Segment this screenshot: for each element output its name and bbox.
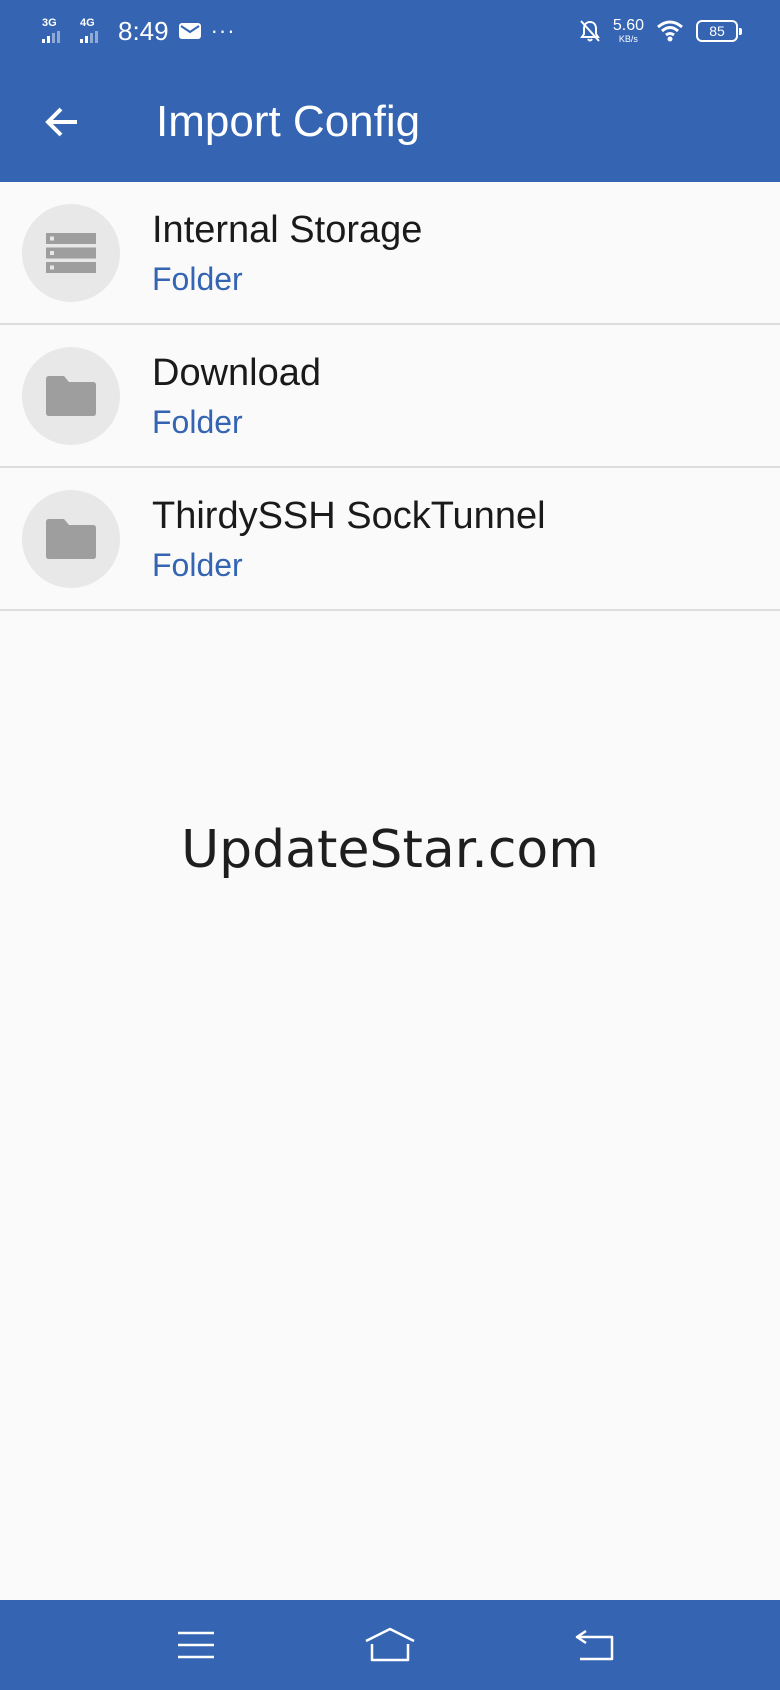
wifi-icon bbox=[657, 20, 683, 42]
arrow-back-icon bbox=[45, 107, 77, 137]
network-speed: 5.60 KB/s bbox=[613, 18, 644, 44]
battery-level: 85 bbox=[709, 23, 725, 39]
avatar bbox=[22, 204, 120, 302]
avatar bbox=[22, 347, 120, 445]
network-type-2: 4G bbox=[80, 17, 95, 29]
network-type-1: 3G bbox=[42, 17, 57, 29]
home-icon bbox=[365, 1627, 415, 1662]
mute-bell-icon bbox=[579, 20, 600, 42]
menu-button[interactable] bbox=[156, 1615, 236, 1675]
item-name: Internal Storage bbox=[152, 209, 423, 251]
battery-icon: 85 bbox=[696, 20, 742, 42]
back-nav-button[interactable] bbox=[555, 1615, 635, 1675]
back-icon bbox=[575, 1629, 614, 1661]
file-list: Internal Storage Folder Download Folder … bbox=[0, 182, 780, 611]
menu-icon bbox=[178, 1631, 214, 1659]
signal-icon: 3G bbox=[42, 17, 70, 45]
more-notifications: ··· bbox=[210, 18, 236, 43]
list-item-thirdyssh-socktunnel[interactable]: ThirdySSH SockTunnel Folder bbox=[0, 468, 780, 611]
back-button[interactable] bbox=[30, 90, 94, 154]
item-name: Download bbox=[152, 352, 321, 394]
watermark-text: UpdateStar.com bbox=[181, 820, 599, 880]
status-left: 3G 4G 8:49 ··· bbox=[42, 14, 236, 48]
signal-icon: 4G bbox=[80, 17, 108, 45]
mail-icon bbox=[178, 23, 201, 39]
clock: 8:49 bbox=[118, 16, 169, 46]
status-right: 5.60 KB/s 85 bbox=[579, 14, 742, 48]
item-name: ThirdySSH SockTunnel bbox=[152, 495, 546, 537]
folder-icon bbox=[46, 519, 96, 559]
app-bar: Import Config bbox=[0, 62, 780, 182]
list-item-download[interactable]: Download Folder bbox=[0, 325, 780, 468]
system-nav-bar bbox=[0, 1600, 780, 1690]
speed-unit: KB/s bbox=[618, 34, 638, 44]
page-title: Import Config bbox=[156, 97, 421, 146]
item-type: Folder bbox=[152, 404, 243, 440]
list-item-internal-storage[interactable]: Internal Storage Folder bbox=[0, 182, 780, 325]
status-bar: 3G 4G 8:49 ··· 5.60 KB/s 85 bbox=[0, 0, 780, 62]
home-button[interactable] bbox=[350, 1615, 430, 1675]
item-type: Folder bbox=[152, 547, 243, 583]
speed-value: 5.60 bbox=[612, 17, 644, 34]
folder-icon bbox=[46, 376, 96, 416]
item-type: Folder bbox=[152, 261, 243, 297]
storage-icon bbox=[46, 233, 96, 273]
avatar bbox=[22, 490, 120, 588]
